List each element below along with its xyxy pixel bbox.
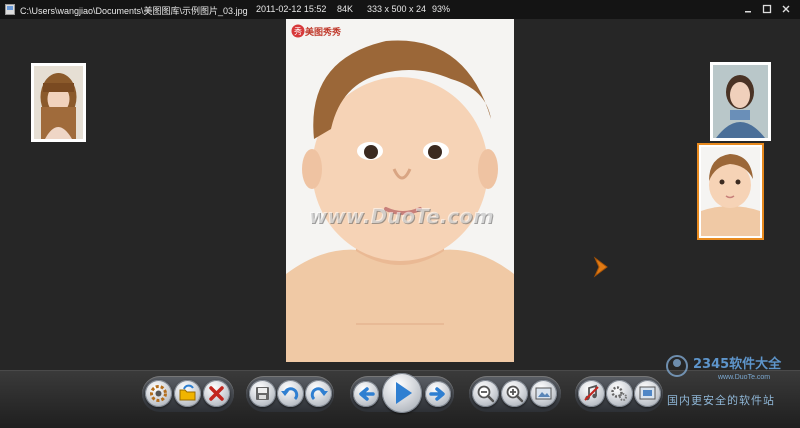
gears-icon	[611, 386, 627, 401]
watermark-logo-text: 2345软件大全	[693, 356, 782, 372]
rotate-left-icon	[281, 387, 299, 401]
rotate-right-button[interactable]	[305, 380, 332, 407]
minimize-icon	[745, 11, 751, 13]
thumbnail-image	[713, 65, 768, 138]
arrow-right-icon	[429, 387, 445, 401]
rotate-right-icon	[310, 387, 328, 401]
rotate-left-button[interactable]	[277, 380, 304, 407]
main-photo[interactable]: 秀 美图秀秀	[286, 19, 514, 362]
close-button[interactable]	[779, 2, 793, 16]
meitu-logo-icon: 秀	[291, 24, 305, 38]
options-button[interactable]	[606, 380, 633, 407]
play-icon	[396, 382, 412, 404]
gear-icon	[150, 385, 167, 402]
fit-window-button[interactable]	[530, 380, 557, 407]
svg-text:秀: 秀	[294, 26, 302, 36]
file-size: 84K	[337, 4, 354, 14]
app-icon	[5, 4, 15, 15]
thumbnail-woman[interactable]	[710, 62, 771, 141]
title-bar: C:\Users\wangjiao\Documents\美图图库\示例图片_03…	[0, 0, 800, 19]
zoom-level: 93%	[432, 4, 451, 14]
music-icon	[584, 384, 599, 401]
minimize-button[interactable]	[741, 2, 755, 16]
zoom-out-button[interactable]	[472, 380, 499, 407]
baby-photo	[286, 19, 514, 362]
maximize-button[interactable]	[760, 2, 774, 16]
site-watermark-url: www.DuoTe.com	[718, 374, 771, 381]
settings-button[interactable]	[145, 380, 172, 407]
open-folder-button[interactable]	[174, 380, 201, 407]
thumbnail-previous[interactable]	[31, 63, 86, 142]
arrow-left-icon	[359, 387, 375, 401]
next-image-arrow-icon[interactable]	[592, 256, 610, 278]
file-path: C:\Users\wangjiao\Documents\美图图库\示例图片_03…	[20, 6, 248, 16]
maximize-icon	[762, 4, 772, 14]
save-icon	[256, 387, 269, 400]
thumbnail-image	[701, 147, 760, 236]
zoom-out-icon	[477, 385, 495, 403]
previous-button[interactable]	[353, 381, 379, 407]
thumbnail-current[interactable]	[697, 143, 764, 240]
folder-icon	[179, 384, 196, 401]
zoom-in-button[interactable]	[501, 380, 528, 407]
delete-icon	[209, 386, 224, 401]
music-button[interactable]	[578, 380, 605, 407]
close-icon	[782, 5, 790, 13]
photo-badge-text: 美图秀秀	[305, 27, 342, 37]
fit-window-icon	[535, 387, 552, 400]
photo-watermark: www.DuoTe.com	[308, 204, 494, 228]
delete-button[interactable]	[203, 380, 230, 407]
site-watermark-slogan: 国内更安全的软件站	[667, 395, 775, 407]
thumbnail-image	[34, 66, 83, 139]
play-slideshow-button[interactable]	[382, 373, 422, 413]
zoom-in-icon	[506, 385, 524, 403]
save-button[interactable]	[249, 380, 276, 407]
next-button[interactable]	[425, 381, 451, 407]
file-date: 2011-02-12 15:52	[256, 4, 327, 14]
image-dimensions: 333 x 500 x 24	[367, 4, 427, 14]
